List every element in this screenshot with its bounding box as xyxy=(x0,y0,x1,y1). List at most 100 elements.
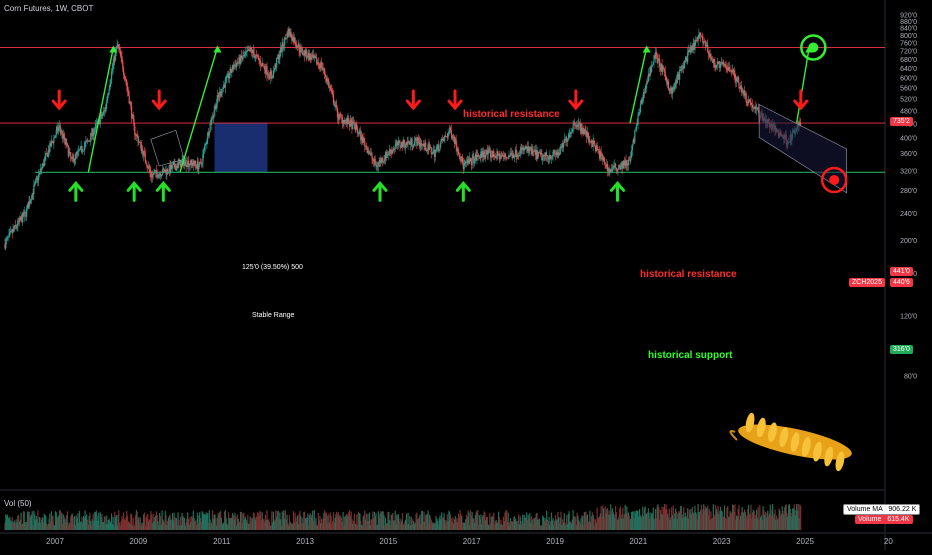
candle-body xyxy=(707,51,710,55)
candle-body xyxy=(111,68,113,72)
candle-body xyxy=(38,174,40,181)
candle-body xyxy=(324,74,327,78)
candle-body xyxy=(121,56,123,62)
candle-body xyxy=(430,147,432,154)
candle-body xyxy=(715,64,718,68)
candle-body xyxy=(480,151,482,158)
candle-body xyxy=(659,59,661,67)
candle-body xyxy=(639,104,642,113)
candle-body xyxy=(116,45,118,47)
candle-body xyxy=(332,91,334,95)
corn-husk xyxy=(729,430,738,441)
candle-body xyxy=(133,119,135,127)
candle-body xyxy=(596,145,598,150)
chart-area[interactable]: 920'0 880'0 840'0 800'0 760'0 720'0 680'0 640'0… xyxy=(0,0,932,550)
candle-body xyxy=(510,152,513,155)
candle-body xyxy=(9,232,11,234)
candle-body xyxy=(233,65,235,70)
candle-body xyxy=(374,158,376,166)
candle-body xyxy=(713,59,715,63)
x-tick-label: 2023 xyxy=(713,537,731,546)
candle-body xyxy=(704,42,706,47)
candle-body xyxy=(317,62,319,64)
candle-body xyxy=(94,129,96,133)
candle-body xyxy=(587,132,589,139)
candle-body xyxy=(664,71,666,77)
candle-body xyxy=(799,122,801,125)
candle-body xyxy=(356,124,358,130)
candle-body xyxy=(324,68,326,75)
candle-body xyxy=(477,154,480,157)
candle-body xyxy=(588,138,590,142)
x-tick-label: 20 xyxy=(884,537,893,546)
candle-body xyxy=(435,149,437,152)
candle-body xyxy=(183,161,186,166)
candle-body xyxy=(568,134,570,139)
candle-body xyxy=(631,150,633,157)
candle-body xyxy=(617,169,619,171)
candle-body xyxy=(122,69,125,75)
candle-body xyxy=(705,45,707,47)
candle-body xyxy=(667,81,670,90)
candle-body xyxy=(208,132,210,136)
candle-body xyxy=(518,154,521,156)
candle-body xyxy=(507,157,509,158)
candle-body xyxy=(554,150,556,154)
candle-body xyxy=(348,118,350,124)
candle-body xyxy=(75,153,77,155)
candle-body xyxy=(225,77,227,80)
candle-body xyxy=(425,142,427,151)
candle-body xyxy=(407,141,409,145)
candle-body xyxy=(694,42,696,50)
candle-body xyxy=(110,79,112,85)
candle-body xyxy=(676,76,678,84)
candle-body xyxy=(518,155,520,157)
candle-body xyxy=(311,56,313,60)
y-tick-label: 360'0 xyxy=(900,151,917,158)
candle-body xyxy=(35,178,37,181)
candle-body xyxy=(398,140,400,142)
candle-body xyxy=(122,61,124,70)
candle-body xyxy=(447,133,449,138)
candle-body xyxy=(268,74,270,76)
candle-body xyxy=(604,162,606,166)
candle-body xyxy=(443,137,445,141)
candle-body xyxy=(572,124,574,132)
candle-body xyxy=(559,146,561,155)
candle-body xyxy=(627,159,629,166)
candle-body xyxy=(421,144,423,147)
down-arrow-marker xyxy=(793,89,809,111)
candle-body xyxy=(245,52,247,53)
candle-body xyxy=(679,69,681,80)
candle-body xyxy=(306,57,308,59)
candle-body xyxy=(128,95,130,104)
candle-body xyxy=(448,132,450,134)
price-chart[interactable]: 920'0880'0840'0800'0760'0720'0680'0640'0… xyxy=(0,0,932,550)
candle-body xyxy=(171,165,174,169)
candle-body xyxy=(119,49,121,56)
candle-body xyxy=(38,172,41,175)
x-tick-label: 2009 xyxy=(129,537,147,546)
candle-body xyxy=(174,162,176,168)
candle-body xyxy=(82,150,85,152)
candle-body xyxy=(254,56,256,58)
candle-body xyxy=(93,132,95,136)
candle-body xyxy=(177,162,179,168)
candle-body xyxy=(83,146,85,151)
x-tick-label: 2021 xyxy=(629,537,647,546)
candle-body xyxy=(54,135,57,138)
candle-body xyxy=(483,151,485,155)
candle-body xyxy=(532,149,534,152)
candle-body xyxy=(652,61,654,65)
candle-body xyxy=(681,66,683,68)
candle-body xyxy=(393,148,396,150)
candle-body xyxy=(409,142,412,145)
candle-body xyxy=(634,130,636,143)
candle-body xyxy=(509,156,511,157)
candle-body xyxy=(146,164,148,167)
candle-body xyxy=(429,146,432,148)
candle-body xyxy=(185,159,187,167)
candle-body xyxy=(756,108,758,110)
candle-body xyxy=(687,52,689,62)
volume-pane-label: Vol (50) xyxy=(4,499,32,508)
